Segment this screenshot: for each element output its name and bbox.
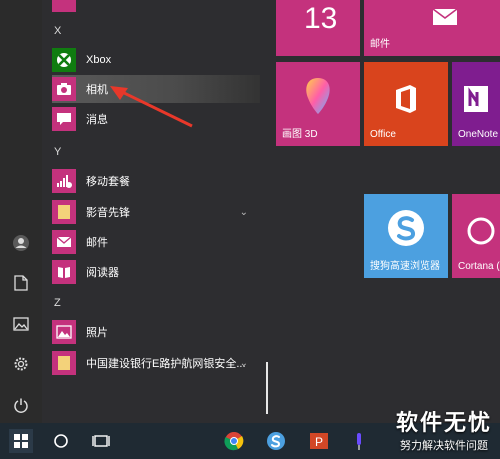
powerpoint-icon[interactable]: P	[307, 429, 331, 453]
power-icon[interactable]	[10, 394, 32, 416]
watermark-title: 软件无忧	[395, 410, 492, 435]
list-item-mobile[interactable]: 移动套餐	[52, 167, 260, 195]
mail-tile[interactable]: 邮件	[364, 0, 500, 56]
watermark-subtitle: 努力解决软件问题	[399, 440, 488, 452]
tiles-area: 13 邮件 画图 3D Office OneNote 搜狗高速浏览器 Corta…	[272, 0, 500, 423]
paint3d-icon	[306, 78, 330, 114]
section-header-z[interactable]: Z	[54, 297, 61, 309]
xbox-icon	[52, 48, 76, 72]
chevron-down-icon[interactable]: ⌄	[240, 207, 248, 218]
app-label: 消息	[86, 114, 108, 126]
folder-icon	[52, 351, 76, 375]
list-item-film[interactable]: 影音先锋 ⌄	[52, 198, 260, 226]
section-header-y[interactable]: Y	[54, 146, 61, 158]
onenote-tile[interactable]: OneNote	[452, 62, 500, 146]
app-label: 邮件	[86, 237, 108, 249]
tile-label: Cortana (小娜)	[458, 261, 500, 272]
camera-icon	[52, 77, 76, 101]
onenote-icon	[464, 86, 488, 112]
tile-label: OneNote	[458, 129, 499, 140]
scrollbar[interactable]	[266, 362, 268, 414]
office-tile[interactable]: Office	[364, 62, 448, 146]
start-left-rail	[0, 0, 42, 423]
list-item-reader[interactable]: 阅读器	[52, 258, 260, 286]
app-label: 相机	[86, 84, 108, 96]
watermark: 软件无忧 努力解决软件问题	[396, 405, 492, 453]
windows-start-icon[interactable]	[9, 429, 33, 453]
app-label: 照片	[86, 327, 108, 339]
tile-label: 邮件	[370, 39, 390, 50]
annotation-arrow	[110, 86, 193, 128]
documents-icon[interactable]	[10, 272, 32, 294]
app-label: 阅读器	[86, 267, 119, 279]
reader-icon	[52, 260, 76, 284]
paint3d-tile[interactable]: 画图 3D	[276, 62, 360, 146]
folder-icon	[52, 200, 76, 224]
section-header-x[interactable]: X	[54, 25, 61, 37]
calendar-tile[interactable]: 13	[276, 0, 360, 56]
list-item-photos[interactable]: 照片	[52, 318, 260, 346]
tile-label: 画图 3D	[282, 129, 318, 140]
app-list: X Xbox 相机 消息 Y 移动套餐 影音先锋 ⌄ 邮件 阅读器 Z 照片 中…	[42, 0, 272, 423]
user-icon[interactable]	[10, 232, 32, 254]
photo-icon	[52, 320, 76, 344]
app-label: 移动套餐	[86, 176, 130, 188]
list-item-mail[interactable]: 邮件	[52, 228, 260, 256]
list-item-xbox[interactable]: Xbox	[52, 46, 260, 74]
mail-icon	[52, 230, 76, 254]
task-view-icon[interactable]	[89, 429, 113, 453]
cortana-icon	[467, 217, 495, 245]
svg-text:P: P	[315, 435, 323, 449]
app-label: Xbox	[86, 54, 112, 66]
list-item-ccb[interactable]: 中国建设银行E路护航网银安全... ⌄	[52, 349, 260, 377]
search-circle-icon[interactable]	[49, 429, 73, 453]
app-label: 中国建设银行E路护航网银安全...	[86, 358, 246, 370]
office-icon	[396, 85, 416, 113]
microphone-icon[interactable]	[347, 429, 371, 453]
taskbar: P 软件无忧 努力解决软件问题	[0, 410, 500, 459]
settings-gear-icon[interactable]	[10, 353, 32, 375]
sogou-tile[interactable]: 搜狗高速浏览器	[364, 194, 448, 278]
sogou-browser-icon[interactable]	[264, 429, 288, 453]
app-tile-icon	[52, 0, 76, 12]
list-item-partial[interactable]	[52, 0, 260, 14]
tile-label: Office	[370, 129, 396, 140]
app-label: 影音先锋	[86, 207, 130, 219]
tile-label: 搜狗高速浏览器	[370, 261, 440, 272]
pictures-icon[interactable]	[10, 313, 32, 335]
message-icon	[52, 107, 76, 131]
cortana-tile[interactable]: Cortana (小娜)	[452, 194, 500, 278]
signal-bars-icon	[52, 169, 76, 193]
mail-envelope-icon	[432, 8, 458, 25]
chevron-down-icon[interactable]: ⌄	[240, 358, 248, 369]
calendar-day: 13	[304, 2, 338, 35]
sogou-icon	[388, 210, 424, 246]
chrome-icon[interactable]	[222, 429, 246, 453]
